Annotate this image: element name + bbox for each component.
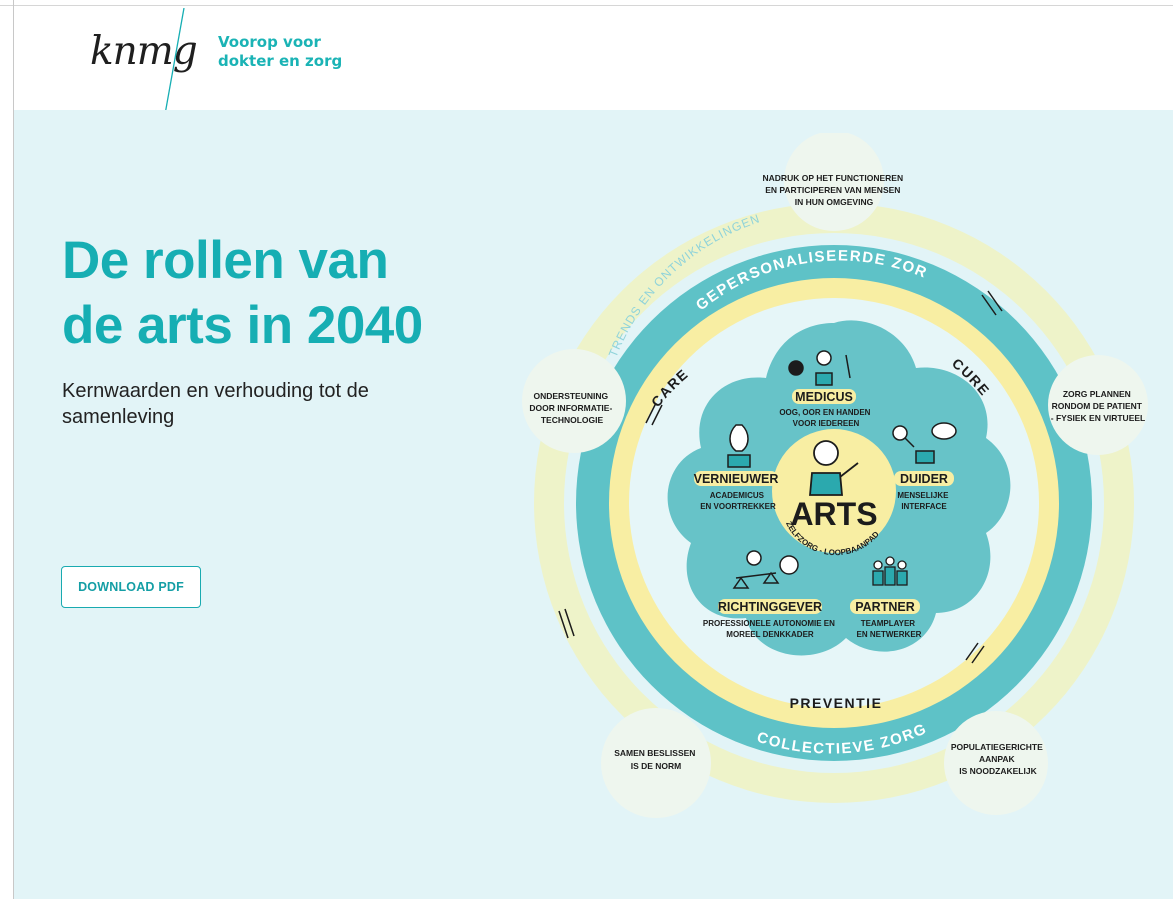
bubble-right-text: ZORG PLANNEN RONDOM DE PATIENT - FYSIEK … xyxy=(1051,389,1145,423)
roles-diagram: NADRUK OP HET FUNCTIONEREN EN PARTICIPER… xyxy=(506,133,1173,853)
preventie-label: PREVENTIE xyxy=(790,695,883,711)
download-pdf-button[interactable]: DOWNLOAD PDF xyxy=(61,566,201,608)
page: knmg Voorop voor dokter en zorg De rolle… xyxy=(0,0,1173,899)
roles-diagram-svg: NADRUK OP HET FUNCTIONEREN EN PARTICIPER… xyxy=(506,133,1148,818)
tagline: Voorop voor dokter en zorg xyxy=(218,33,342,71)
tagline-line-1: Voorop voor xyxy=(218,33,321,51)
page-subtitle: Kernwaarden en verhouding tot de samenle… xyxy=(62,380,369,428)
medicus-title: MEDICUS xyxy=(795,390,853,404)
arts-label: ARTS xyxy=(790,496,877,532)
team-people-icon xyxy=(872,556,908,586)
partner-title: PARTNER xyxy=(855,600,915,614)
bubble-left xyxy=(522,349,626,453)
duider-title: DUIDER xyxy=(900,472,948,486)
title-line-1: De rollen van xyxy=(62,231,389,290)
richtinggever-title: RICHTINGGEVER xyxy=(718,600,822,614)
tagline-line-2: dokter en zorg xyxy=(218,52,343,70)
knmg-logo[interactable]: knmg xyxy=(90,8,200,120)
bubble-top-text: NADRUK OP HET FUNCTIONEREN EN PARTICIPER… xyxy=(763,173,906,207)
lightbulb-icon xyxy=(727,424,751,468)
vernieuwer-title: VERNIEUWER xyxy=(694,472,779,486)
logo-slash-icon xyxy=(163,8,185,120)
page-title: De rollen van de arts in 2040 xyxy=(62,228,423,358)
title-line-2: de arts in 2040 xyxy=(62,296,423,355)
site-header: knmg Voorop voor dokter en zorg xyxy=(14,6,1173,120)
bubble-left-text: ONDERSTEUNING DOOR INFORMATIE- TECHNOLOG… xyxy=(529,391,614,425)
